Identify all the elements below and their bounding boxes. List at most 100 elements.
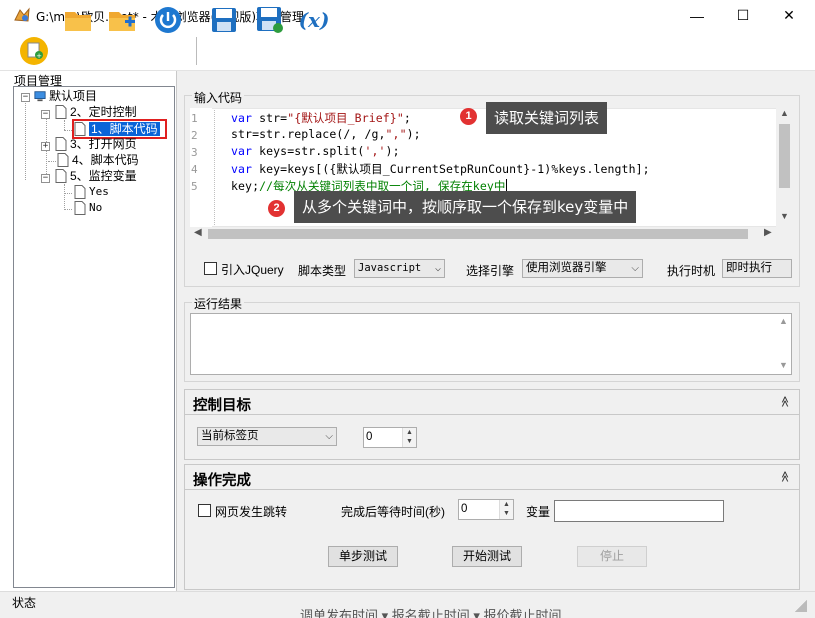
- scroll-down-icon[interactable]: ▼: [780, 211, 789, 221]
- control-target-header[interactable]: 控制目标 ≫: [184, 389, 800, 415]
- page-jump-label: 网页发生跳转: [215, 505, 288, 519]
- tree-node-label: No: [89, 201, 103, 214]
- completion-header[interactable]: 操作完成 ≫: [184, 464, 800, 490]
- tree-line: [25, 100, 26, 180]
- tree-collapse-toggle[interactable]: −: [41, 110, 50, 119]
- background-window-text: 调单发布时间 ▾ 报名截止时间 ▾ 报价截止时间: [300, 608, 562, 618]
- variable-button[interactable]: (x): [298, 4, 330, 36]
- timing-value: 即时执行: [726, 262, 772, 274]
- line-number: 4: [191, 163, 198, 176]
- engine-select[interactable]: 使用浏览器引擎 ⌵: [522, 259, 643, 278]
- tree-node-monitor[interactable]: 5、监控变量: [55, 169, 137, 183]
- result-scrollbar[interactable]: ▲ ▼: [776, 314, 791, 374]
- code-text: str=str.replace(/, /g,: [231, 127, 386, 141]
- save-as-button[interactable]: [254, 4, 286, 36]
- page-jump-checkbox[interactable]: [198, 504, 211, 517]
- line-number: 1: [191, 112, 198, 125]
- tree-expand-toggle[interactable]: +: [41, 142, 50, 151]
- new-project-button[interactable]: +: [18, 34, 50, 66]
- tree-collapse-toggle[interactable]: −: [21, 93, 30, 102]
- code-text: );: [406, 127, 421, 141]
- tree-line: [64, 209, 72, 210]
- code-text: key=keys[({默认项目_CurrentSetpRunCount}-1)%…: [252, 162, 650, 176]
- code-string: "{默认项目_Brief}": [287, 111, 404, 125]
- tree-node-label: 2、定时控制: [70, 105, 137, 119]
- code-line-1: var str="{默认项目_Brief}";: [231, 110, 411, 126]
- variable-input[interactable]: [554, 500, 724, 522]
- tree-node-root[interactable]: 默认项目: [34, 89, 97, 103]
- editor-horizontal-thumb[interactable]: [208, 229, 748, 239]
- code-text: key;: [231, 179, 260, 193]
- line-number: 5: [191, 180, 198, 193]
- power-button[interactable]: [152, 4, 184, 36]
- document-icon: [74, 201, 86, 215]
- callout-pick-keyword: 从多个关键词中，按顺序取一个保存到key变量中: [294, 191, 637, 223]
- save-icon: [212, 8, 236, 32]
- code-text: );: [385, 144, 400, 158]
- tree-node-timer[interactable]: 2、定时控制: [55, 105, 137, 119]
- code-string: ",": [385, 127, 407, 141]
- tree-line: [64, 184, 65, 210]
- stepper-arrows-icon[interactable]: ▲ ▼: [499, 500, 513, 519]
- wait-time-stepper[interactable]: 0 ▲ ▼: [458, 499, 514, 520]
- stepper-arrows-icon[interactable]: ▲ ▼: [402, 428, 416, 447]
- minimize-button[interactable]: —: [674, 0, 720, 31]
- resize-grip-icon[interactable]: [795, 600, 807, 612]
- tree-collapse-toggle[interactable]: −: [41, 174, 50, 183]
- tree-line: [64, 193, 72, 194]
- result-output[interactable]: [190, 313, 792, 375]
- chevron-down-icon: ⌵: [631, 263, 639, 274]
- document-icon: [55, 137, 67, 151]
- editor-vertical-thumb[interactable]: [779, 124, 790, 188]
- engine-value: 使用浏览器引擎: [526, 262, 607, 274]
- result-group-title: 运行结果: [192, 295, 245, 312]
- tree-node-yes[interactable]: Yes: [74, 185, 109, 199]
- tree-node-no[interactable]: No: [74, 201, 102, 215]
- close-button[interactable]: ✕: [766, 0, 812, 31]
- stop-button[interactable]: 停止: [577, 546, 647, 567]
- tree-line: [48, 161, 56, 162]
- save-button[interactable]: [208, 4, 240, 36]
- target-index-stepper[interactable]: 0 ▲ ▼: [363, 427, 417, 448]
- fold-guide: [214, 110, 215, 225]
- timing-select[interactable]: 即时执行: [722, 259, 792, 278]
- scroll-left-icon[interactable]: ◀: [194, 227, 202, 238]
- scroll-down-icon[interactable]: ▼: [779, 360, 788, 370]
- start-test-button[interactable]: 开始测试: [452, 546, 522, 567]
- document-icon: [55, 105, 67, 119]
- tree-line: [64, 120, 65, 130]
- callout-read-keywords: 读取关键词列表: [486, 102, 608, 134]
- collapse-icon[interactable]: ≫: [779, 471, 792, 483]
- maximize-button[interactable]: ☐: [720, 0, 766, 31]
- scroll-up-icon[interactable]: ▲: [779, 316, 788, 326]
- step-test-button[interactable]: 单步测试: [328, 546, 398, 567]
- variable-label: 变量: [526, 505, 551, 519]
- open-project-button[interactable]: [62, 4, 94, 36]
- tree-node-script-selected[interactable]: 1、脚本代码: [74, 122, 160, 136]
- code-text: str=: [252, 111, 288, 125]
- target-index-value: 0: [366, 431, 373, 443]
- collapse-icon[interactable]: ≫: [779, 396, 792, 408]
- jquery-checkbox[interactable]: [204, 262, 217, 275]
- code-text: ;: [403, 111, 411, 125]
- new-folder-button[interactable]: [106, 4, 138, 36]
- computer-icon: [34, 91, 46, 102]
- folder-icon: [65, 12, 91, 31]
- document-icon: [57, 153, 69, 167]
- code-keyword: var: [231, 162, 253, 176]
- code-keyword: var: [231, 144, 253, 158]
- toolbar-separator: [196, 37, 197, 65]
- tree-line: [64, 130, 72, 131]
- timing-label: 执行时机: [667, 264, 716, 278]
- tree-node-script[interactable]: 4、脚本代码: [57, 153, 139, 167]
- new-file-icon: +: [20, 37, 48, 65]
- scroll-up-icon[interactable]: ▲: [780, 108, 789, 118]
- target-tab-select[interactable]: 当前标签页 ⌵: [197, 427, 337, 446]
- engine-label: 选择引擎: [466, 264, 515, 278]
- scroll-right-icon[interactable]: ▶: [764, 227, 772, 238]
- line-number: 3: [191, 146, 198, 159]
- svg-text:+: +: [36, 52, 42, 60]
- properties-scrollbar[interactable]: [808, 71, 815, 591]
- tree-node-open-page[interactable]: 3、打开网页: [55, 137, 137, 151]
- script-type-select[interactable]: Javascript ⌵: [354, 259, 445, 278]
